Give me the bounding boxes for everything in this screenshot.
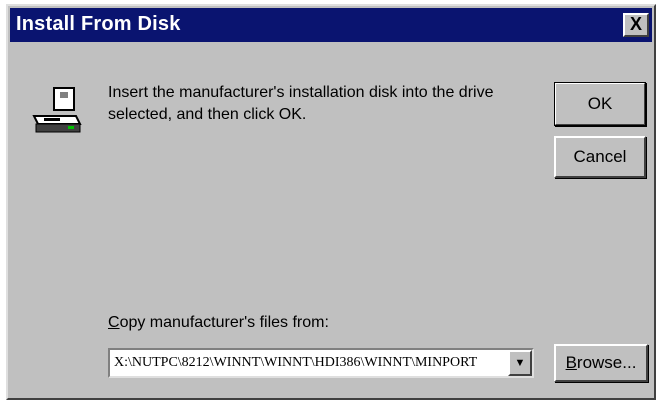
source-path-combobox[interactable]: ▼ [108, 348, 534, 378]
source-path-input[interactable] [114, 352, 494, 374]
disk-drive-icon [32, 87, 82, 133]
browse-label: rowse... [576, 353, 637, 372]
title-bar[interactable]: Install From Disk X [10, 8, 652, 42]
ok-button[interactable]: OK [554, 82, 646, 126]
chevron-down-icon: ▼ [514, 357, 526, 369]
browse-button[interactable]: Browse... [554, 344, 648, 382]
cancel-button[interactable]: Cancel [554, 136, 646, 178]
copy-label-accelerator: C [108, 314, 120, 331]
dialog-title: Install From Disk [16, 13, 181, 35]
copy-label-text: opy manufacturer's files from: [119, 314, 329, 331]
close-button[interactable]: X [623, 13, 649, 37]
instruction-message: Insert the manufacturer's installation d… [108, 84, 494, 123]
copy-files-label: Copy manufacturer's files from: [108, 314, 329, 332]
install-from-disk-dialog: Install From Disk X Insert the manufactu… [6, 4, 656, 400]
browse-accelerator: B [565, 353, 577, 372]
dropdown-button[interactable]: ▼ [508, 350, 532, 376]
close-icon: X [629, 14, 642, 34]
